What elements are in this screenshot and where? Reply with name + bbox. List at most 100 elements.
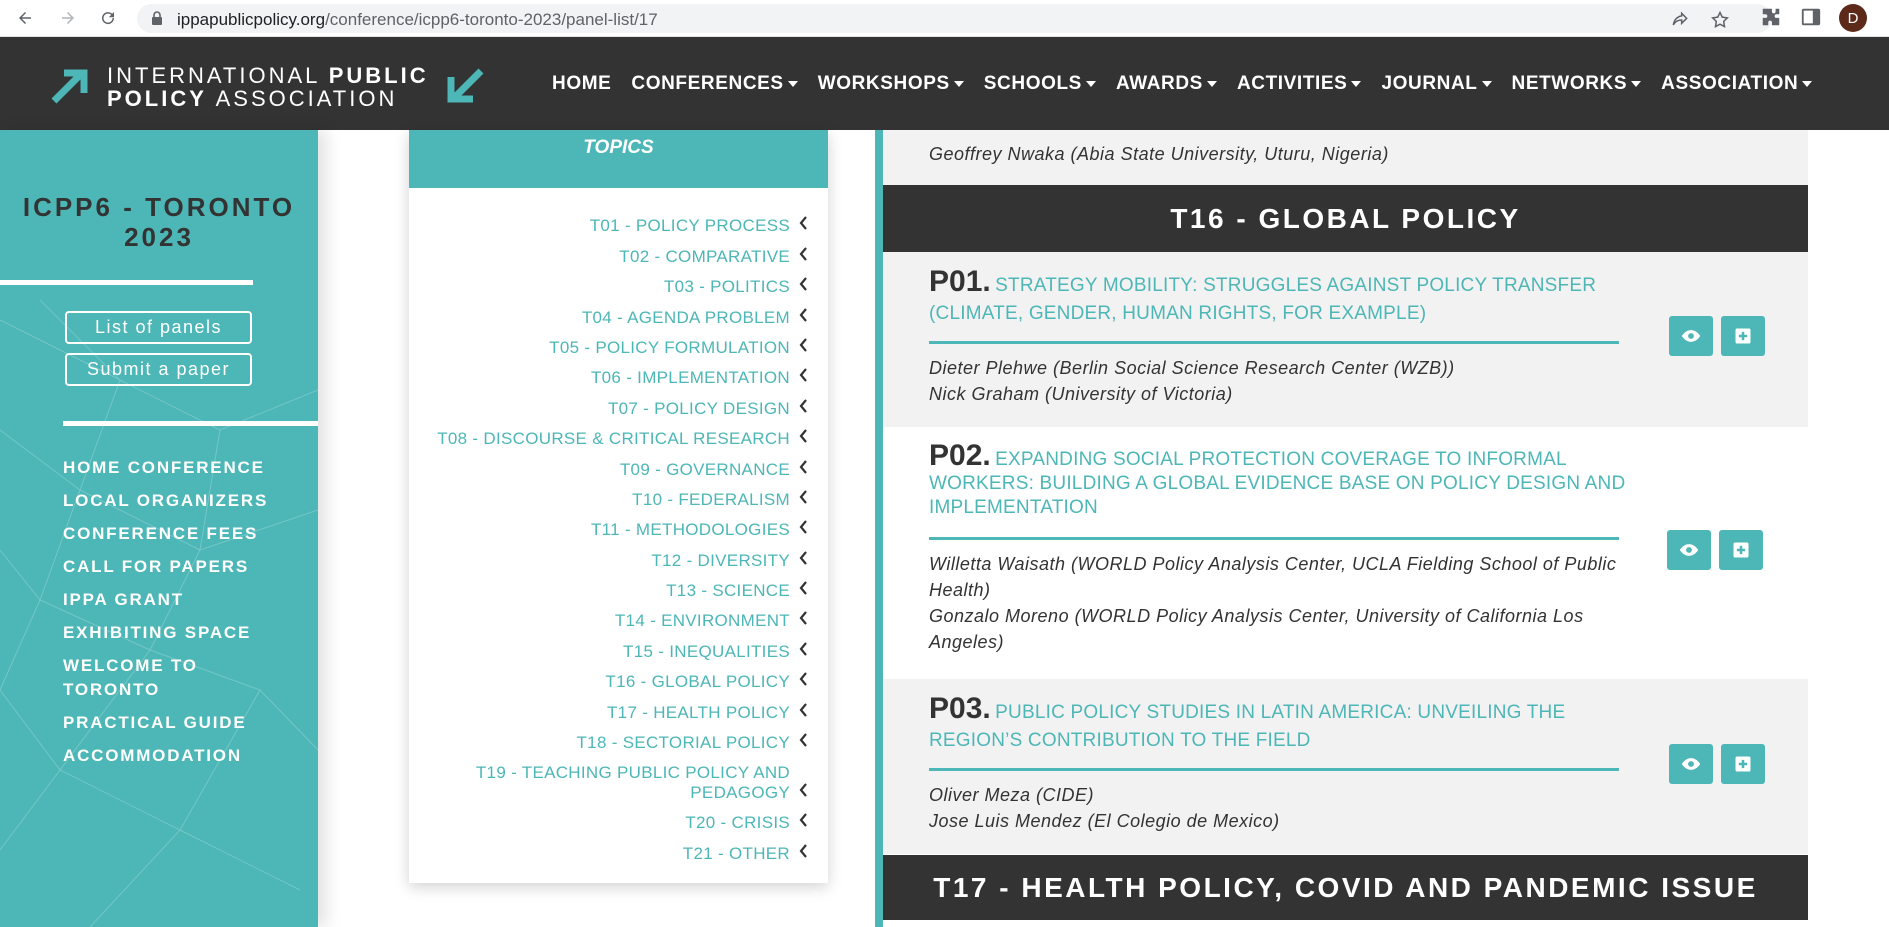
forward-arrow-icon[interactable] — [55, 5, 81, 31]
topic-t02[interactable]: T02 - COMPARATIVE — [409, 236, 828, 266]
topic-t05[interactable]: T05 - POLICY FORMULATION — [409, 328, 828, 358]
menu-accommodation[interactable]: ACCOMMODATION — [63, 744, 303, 768]
panel-authors: Oliver Meza (CIDE) Jose Luis Mendez (El … — [929, 782, 1619, 834]
site-logo[interactable]: INTERNATIONAL PUBLIC POLICY ASSOCIATION — [107, 64, 429, 110]
chevron-left-icon — [799, 307, 807, 322]
add-panel-button[interactable] — [1721, 744, 1765, 784]
conference-menu: HOME CONFERENCE LOCAL ORGANIZERS CONFERE… — [63, 456, 303, 777]
menu-exhibiting-space[interactable]: EXHIBITING SPACE — [63, 621, 303, 645]
chevron-left-icon — [799, 459, 807, 474]
chevron-left-icon — [799, 581, 807, 595]
topic-t14[interactable]: T14 - ENVIRONMENT — [409, 601, 828, 631]
menu-practical-guide[interactable]: PRACTICAL GUIDE — [63, 711, 303, 735]
logo-arrow-up-right-icon[interactable] — [50, 67, 92, 105]
nav-association[interactable]: ASSOCIATION — [1661, 73, 1813, 95]
panel-title-link[interactable]: STRATEGY MOBILITY: STRUGGLES AGAINST POL… — [929, 275, 1596, 324]
chevron-left-icon — [799, 247, 807, 261]
menu-welcome-to-toronto[interactable]: WELCOME TO TORONTO — [63, 654, 223, 702]
topic-t03[interactable]: T03 - POLITICS — [409, 267, 828, 297]
add-panel-button[interactable] — [1721, 316, 1765, 356]
panel-title-link[interactable]: PUBLIC POLICY STUDIES IN LATIN AMERICA: … — [929, 702, 1565, 751]
nav-schools[interactable]: SCHOOLS — [984, 73, 1096, 95]
topic-t11[interactable]: T11 - METHODOLOGIES — [409, 510, 828, 540]
panel-title-link[interactable]: EXPANDING SOCIAL PROTECTION COVERAGE TO … — [929, 449, 1625, 518]
chevron-left-icon — [799, 368, 807, 383]
bookmark-star-icon[interactable] — [1710, 10, 1730, 30]
nav-journal[interactable]: JOURNAL — [1381, 73, 1492, 95]
panel-author: Oliver Meza (CIDE) — [929, 785, 1095, 805]
add-panel-button[interactable] — [1719, 530, 1763, 570]
topic-t12[interactable]: T12 - DIVERSITY — [409, 540, 828, 570]
topics-list: T01 - POLICY PROCESS T02 - COMPARATIVE T… — [409, 206, 828, 864]
nav-networks[interactable]: NETWORKS — [1512, 73, 1642, 95]
topic-t20[interactable]: T20 - CRISIS — [409, 803, 828, 833]
chevron-left-icon — [799, 277, 807, 291]
menu-conference-fees[interactable]: CONFERENCE FEES — [63, 522, 303, 546]
topic-t13[interactable]: T13 - SCIENCE — [409, 571, 828, 601]
nav-awards[interactable]: AWARDS — [1116, 73, 1217, 95]
topic-t09[interactable]: T09 - GOVERNANCE — [409, 449, 828, 479]
panel-heading: P01. STRATEGY MOBILITY: STRUGGLES AGAINS… — [929, 265, 1619, 328]
list-of-panels-button[interactable]: List of panels — [65, 311, 252, 344]
menu-home-conference[interactable]: HOME CONFERENCE — [63, 456, 303, 480]
url-text: ippapublicpolicy.org/conference/icpp6-to… — [177, 10, 658, 29]
panel-authors: Dieter Plehwe (Berlin Social Science Res… — [929, 355, 1619, 407]
topic-t19[interactable]: T19 - TEACHING PUBLIC POLICY AND PEDAGOG… — [409, 753, 828, 803]
topic-t21[interactable]: T21 - OTHER — [409, 833, 828, 863]
side-panel-icon[interactable] — [1800, 6, 1822, 28]
extensions-puzzle-icon[interactable] — [1760, 6, 1782, 28]
caret-down-icon — [1085, 81, 1096, 87]
topic-t07[interactable]: T07 - POLICY DESIGN — [409, 388, 828, 418]
chevron-left-icon — [799, 702, 807, 717]
nav-workshops[interactable]: WORKSHOPS — [818, 73, 964, 95]
panel-number: P02. — [929, 439, 991, 472]
view-panel-button[interactable] — [1669, 316, 1713, 356]
divider — [929, 537, 1619, 540]
caret-down-icon — [1351, 81, 1362, 87]
address-bar[interactable]: ippapublicpolicy.org/conference/icpp6-to… — [137, 4, 1772, 33]
topic-t15[interactable]: T15 - INEQUALITIES — [409, 631, 828, 661]
divider — [63, 421, 318, 426]
nav-home[interactable]: HOME — [552, 73, 611, 95]
chevron-left-icon — [799, 783, 807, 797]
logo-arrow-down-left-icon — [447, 68, 484, 103]
chevron-left-icon — [799, 429, 807, 443]
view-panel-button[interactable] — [1667, 530, 1711, 570]
back-arrow-icon[interactable] — [12, 5, 38, 31]
topic-t06[interactable]: T06 - IMPLEMENTATION — [409, 358, 828, 388]
chevron-left-icon — [799, 611, 807, 626]
panel-card-p01: P01. STRATEGY MOBILITY: STRUGGLES AGAINS… — [883, 252, 1808, 427]
section-heading-t16: T16 - GLOBAL POLICY — [883, 185, 1808, 252]
topic-t04[interactable]: T04 - AGENDA PROBLEM — [409, 297, 828, 327]
conference-title: ICPP6 - TORONTO 2023 — [22, 192, 296, 252]
topic-t08[interactable]: T08 - DISCOURSE & CRITICAL RESEARCH — [409, 419, 828, 449]
caret-down-icon — [1206, 81, 1217, 87]
lock-icon — [152, 11, 162, 25]
menu-local-organizers[interactable]: LOCAL ORGANIZERS — [63, 489, 303, 513]
nav-conferences[interactable]: CONFERENCES — [631, 73, 798, 95]
panel-authors: Willetta Waisath (WORLD Policy Analysis … — [929, 551, 1629, 655]
profile-avatar[interactable]: D — [1839, 4, 1867, 32]
chevron-left-icon — [799, 813, 807, 828]
panel-card-p03: P03. PUBLIC POLICY STUDIES IN LATIN AMER… — [883, 679, 1808, 854]
reload-icon[interactable] — [95, 5, 121, 31]
topic-t01[interactable]: T01 - POLICY PROCESS — [409, 206, 828, 236]
topic-t17[interactable]: T17 - HEALTH POLICY — [409, 692, 828, 722]
panel-heading: P03. PUBLIC POLICY STUDIES IN LATIN AMER… — [929, 692, 1619, 755]
chevron-left-icon — [799, 399, 807, 413]
menu-ippa-grant[interactable]: IPPA GRANT — [63, 588, 303, 612]
panel-author: Gonzalo Moreno (WORLD Policy Analysis Ce… — [929, 606, 1584, 652]
eye-icon — [1679, 544, 1699, 556]
topic-t10[interactable]: T10 - FEDERALISM — [409, 480, 828, 510]
topic-t18[interactable]: T18 - SECTORIAL POLICY — [409, 723, 828, 753]
view-panel-button[interactable] — [1669, 744, 1713, 784]
share-icon[interactable] — [1670, 10, 1690, 30]
panel-number: P03. — [929, 692, 991, 725]
panel-number: P01. — [929, 265, 991, 298]
chevron-left-icon — [799, 520, 807, 535]
menu-call-for-papers[interactable]: CALL FOR PAPERS — [63, 555, 303, 579]
nav-activities[interactable]: ACTIVITIES — [1237, 73, 1362, 95]
topic-t16[interactable]: T16 - GLOBAL POLICY — [409, 662, 828, 692]
submit-paper-button[interactable]: Submit a paper — [65, 353, 252, 386]
panel-card-p02: P02. EXPANDING SOCIAL PROTECTION COVERAG… — [883, 427, 1808, 679]
